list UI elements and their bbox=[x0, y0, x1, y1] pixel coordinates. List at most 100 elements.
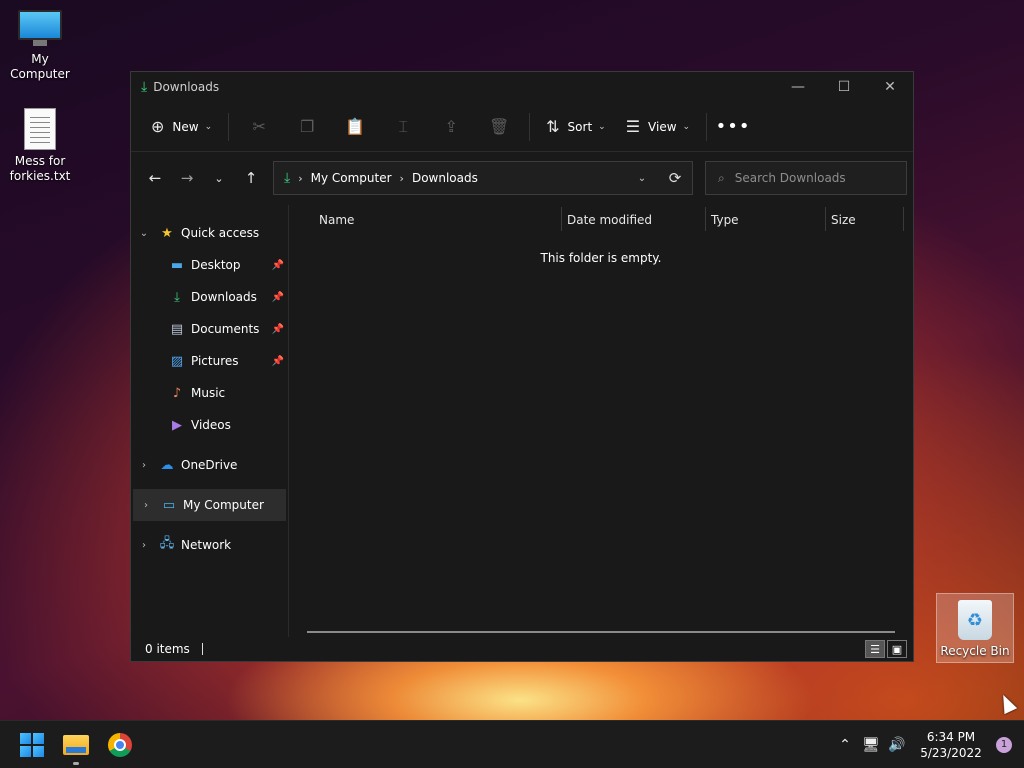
forward-button[interactable]: → bbox=[171, 162, 203, 194]
minimize-button[interactable]: — bbox=[775, 72, 821, 102]
start-button[interactable] bbox=[20, 732, 44, 757]
sidebar-item-label: OneDrive bbox=[181, 458, 238, 472]
search-icon: ⌕ bbox=[718, 170, 725, 185]
list-lines-icon: ☰ bbox=[625, 117, 641, 136]
up-button[interactable]: ↑ bbox=[235, 162, 267, 194]
taskbar-chrome[interactable] bbox=[100, 725, 140, 765]
cloud-icon: ☁ bbox=[160, 457, 174, 473]
details-view-button[interactable]: ☰ bbox=[865, 640, 885, 658]
sidebar-item-desktop[interactable]: ▬ Desktop 📌 bbox=[131, 249, 288, 281]
windows-logo-icon bbox=[20, 732, 31, 744]
chevron-right-icon[interactable]: › bbox=[133, 500, 159, 511]
show-hidden-icons-button[interactable]: ⌃ bbox=[832, 737, 858, 753]
column-header-date-modified[interactable]: Date modified bbox=[561, 205, 652, 235]
new-label: New bbox=[172, 119, 199, 134]
sidebar-item-quick-access[interactable]: ⌄ ★ Quick access bbox=[131, 217, 288, 249]
recycle-bin-icon: ♻ bbox=[958, 600, 992, 640]
chevron-right-icon[interactable]: › bbox=[131, 460, 157, 471]
text-file-icon bbox=[24, 108, 56, 150]
download-icon: ⤓ bbox=[141, 79, 148, 95]
system-tray: ⌃ 🖥 🔊 6:34 PM 5/23/2022 1 bbox=[832, 729, 1024, 761]
sidebar-item-network[interactable]: › 🖧 Network bbox=[131, 529, 288, 561]
breadcrumb-downloads[interactable]: Downloads bbox=[412, 171, 478, 185]
maximize-button[interactable]: ☐ bbox=[821, 72, 867, 102]
sidebar-item-music[interactable]: ♪ Music bbox=[131, 377, 288, 409]
horizontal-scrollbar[interactable] bbox=[307, 631, 895, 633]
sidebar-item-label: Downloads bbox=[191, 290, 257, 304]
sidebar-item-label: Music bbox=[191, 386, 226, 400]
column-header-name[interactable]: Name bbox=[313, 205, 354, 235]
desktop-icon-recycle-bin[interactable]: ♻ Recycle Bin bbox=[936, 593, 1014, 663]
status-bar: 0 items ☰ ▣ bbox=[131, 637, 913, 661]
document-icon: ▤ bbox=[170, 321, 184, 337]
recent-locations-button[interactable]: ⌄ bbox=[203, 162, 235, 194]
sidebar-item-documents[interactable]: ▤ Documents 📌 bbox=[131, 313, 288, 345]
more-options-button[interactable]: ••• bbox=[713, 111, 753, 143]
arrow-right-icon: → bbox=[180, 169, 194, 187]
large-icons-view-button[interactable]: ▣ bbox=[887, 640, 907, 658]
sidebar-item-my-computer[interactable]: › ▭ My Computer bbox=[133, 489, 286, 521]
paste-button[interactable]: 📋 bbox=[331, 111, 379, 143]
trash-icon: 🗑 bbox=[488, 117, 510, 136]
sidebar-item-label: Network bbox=[181, 538, 232, 552]
clock-date: 5/23/2022 bbox=[920, 745, 982, 760]
column-header-size[interactable]: Size bbox=[825, 205, 856, 235]
desktop-icon-label: Recycle Bin bbox=[940, 644, 1010, 658]
desktop-icon-label: My Computer bbox=[10, 52, 70, 81]
search-input[interactable]: ⌕ Search Downloads bbox=[705, 161, 907, 195]
command-bar: ⊕ New ⌄ ✂ ❐ 📋 ⌶ ⇪ 🗑 ⇅ Sort ⌄ ☰ View ⌄ ••… bbox=[131, 102, 913, 152]
sort-label: Sort bbox=[567, 119, 593, 134]
desktop-icon: ▬ bbox=[170, 257, 184, 273]
monitor-icon: ▭ bbox=[162, 497, 176, 513]
back-button[interactable]: ← bbox=[139, 162, 171, 194]
title-bar[interactable]: ⤓ Downloads — ☐ ✕ bbox=[131, 72, 913, 102]
refresh-button[interactable]: ⟳ bbox=[658, 169, 692, 187]
notification-badge[interactable]: 1 bbox=[996, 736, 1012, 753]
view-button[interactable]: ☰ View ⌄ bbox=[616, 111, 700, 143]
chevron-down-icon[interactable]: ⌄ bbox=[131, 228, 157, 239]
copy-icon: ❐ bbox=[299, 117, 315, 136]
sort-button[interactable]: ⇅ Sort ⌄ bbox=[536, 111, 616, 143]
share-button[interactable]: ⇪ bbox=[427, 111, 475, 143]
sidebar-item-label: Videos bbox=[191, 418, 231, 432]
clock[interactable]: 6:34 PM 5/23/2022 bbox=[916, 729, 986, 761]
chevron-right-icon[interactable]: › bbox=[131, 540, 157, 551]
cut-button[interactable]: ✂ bbox=[235, 111, 283, 143]
delete-button[interactable]: 🗑 bbox=[475, 111, 523, 143]
network-status-icon[interactable]: 🖥 bbox=[858, 737, 884, 753]
file-list-pane: Name Date modified Type Size This folder… bbox=[289, 205, 913, 637]
chrome-icon bbox=[108, 732, 132, 757]
chevron-down-icon: ⌄ bbox=[598, 121, 606, 132]
desktop-icon-text-file[interactable]: Mess for forkies.txt bbox=[0, 108, 80, 184]
column-header-type[interactable]: Type bbox=[705, 205, 739, 235]
volume-icon[interactable]: 🔊 bbox=[884, 737, 910, 753]
taskbar: ⌃ 🖥 🔊 6:34 PM 5/23/2022 1 bbox=[0, 720, 1024, 768]
address-dropdown-button[interactable]: ⌄ bbox=[626, 173, 658, 184]
sidebar-item-downloads[interactable]: ⤓ Downloads 📌 bbox=[131, 281, 288, 313]
copy-button[interactable]: ❐ bbox=[283, 111, 331, 143]
sidebar-item-videos[interactable]: ▶ Videos bbox=[131, 409, 288, 441]
taskbar-file-explorer[interactable] bbox=[56, 725, 96, 765]
chevron-down-icon: ⌄ bbox=[204, 121, 213, 132]
breadcrumb-my-computer[interactable]: My Computer bbox=[311, 171, 392, 185]
close-button[interactable]: ✕ bbox=[867, 72, 913, 102]
empty-folder-message: This folder is empty. bbox=[540, 251, 662, 265]
new-button[interactable]: ⊕ New ⌄ bbox=[141, 111, 222, 143]
rename-button[interactable]: ⌶ bbox=[379, 111, 427, 143]
window-title: Downloads bbox=[153, 80, 220, 94]
details-view-icon: ☰ bbox=[870, 642, 880, 656]
clock-time: 6:34 PM bbox=[926, 729, 976, 744]
column-header-row: Name Date modified Type Size bbox=[289, 205, 913, 235]
picture-icon: ▨ bbox=[170, 353, 184, 369]
search-placeholder: Search Downloads bbox=[734, 171, 846, 185]
arrow-up-icon: ↑ bbox=[244, 169, 258, 187]
sidebar-item-pictures[interactable]: ▨ Pictures 📌 bbox=[131, 345, 288, 377]
pin-icon: 📌 bbox=[271, 291, 284, 303]
scissors-icon: ✂ bbox=[252, 117, 266, 136]
address-bar[interactable]: ⤓ › My Computer › Downloads ⌄ ⟳ bbox=[273, 161, 693, 195]
clipboard-icon: 📋 bbox=[345, 117, 366, 136]
sidebar-item-onedrive[interactable]: › ☁ OneDrive bbox=[131, 449, 288, 481]
desktop-icon-my-computer[interactable]: My Computer bbox=[0, 10, 80, 82]
item-count: 0 items bbox=[145, 642, 190, 656]
network-icon: 🖧 bbox=[159, 536, 175, 551]
